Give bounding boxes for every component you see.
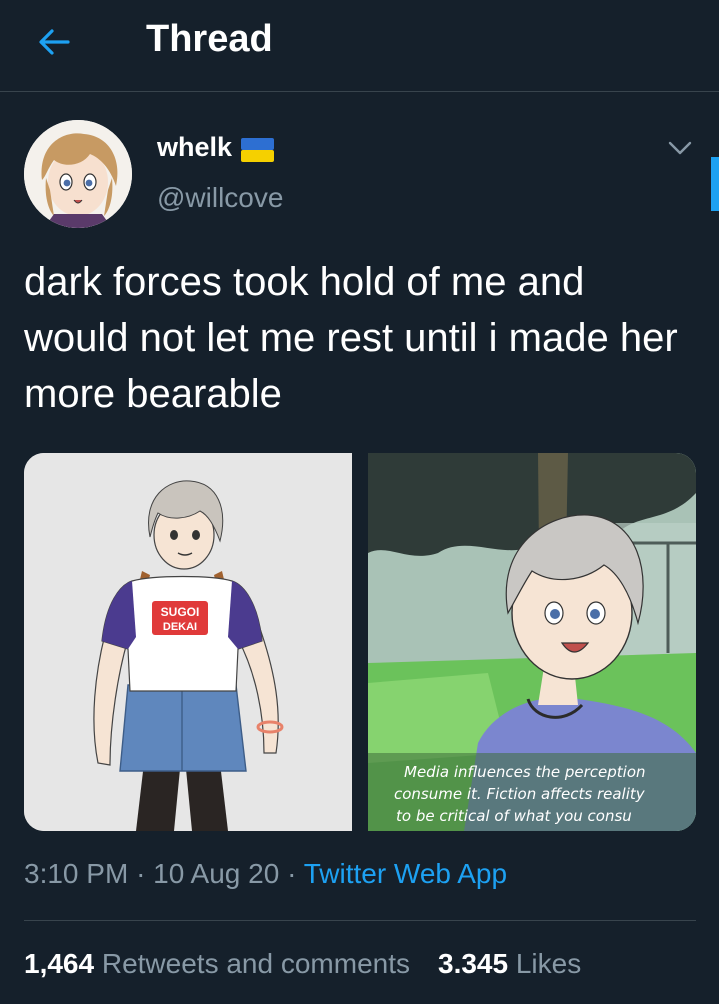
tweet-image-right[interactable]: Media influences the perception consume … — [368, 453, 696, 831]
likes-stat[interactable]: 3.345 Likes — [438, 948, 581, 979]
tweet-text: dark forces took hold of me and would no… — [24, 260, 678, 416]
tweet-thread-page: Thread whelk @willcove dark forces took … — [0, 0, 719, 1004]
tweet-source-link[interactable]: Twitter Web App — [304, 858, 507, 889]
ukraine-flag-icon — [241, 138, 274, 162]
tweet-time[interactable]: 3:10 PM — [24, 858, 128, 889]
likes-count: 3.345 — [438, 948, 509, 979]
caption-line-3: to be critical of what you consu — [396, 807, 632, 825]
chevron-down-icon — [668, 141, 692, 155]
arrow-left-icon — [39, 29, 70, 55]
user-handle[interactable]: @willcove — [157, 182, 283, 214]
retweets-count: 1,464 — [24, 948, 95, 979]
shirt-text-line1: SUGOI — [161, 605, 200, 619]
tweet-meta: 3:10 PM · 10 Aug 20 · Twitter Web App — [24, 858, 507, 890]
retweets-label: Retweets and comments — [101, 948, 410, 979]
caption-line-2: consume it. Fiction affects reality — [394, 785, 646, 803]
display-name[interactable]: whelk — [157, 132, 232, 163]
page-title: Thread — [146, 18, 273, 60]
likes-label: Likes — [515, 948, 582, 979]
tweet-image-left[interactable]: SUGOI DEKAI — [24, 453, 352, 831]
header-bar: Thread — [0, 0, 719, 92]
tweet-date[interactable]: 10 Aug 20 — [153, 858, 279, 889]
meta-separator: · — [136, 858, 146, 889]
shirt-text-line2: DEKAI — [163, 621, 197, 633]
caption-line-1: Media influences the perception — [404, 763, 646, 781]
back-button[interactable] — [34, 22, 74, 62]
divider — [24, 920, 696, 921]
tweet-stats: 1,464 Retweets and comments 3.345 Likes — [24, 948, 581, 980]
avatar[interactable] — [24, 120, 132, 228]
tweet-menu-button[interactable] — [664, 134, 696, 162]
meta-separator-2: · — [287, 858, 297, 889]
scrollbar[interactable] — [711, 157, 719, 211]
retweets-stat[interactable]: 1,464 Retweets and comments — [24, 948, 410, 979]
